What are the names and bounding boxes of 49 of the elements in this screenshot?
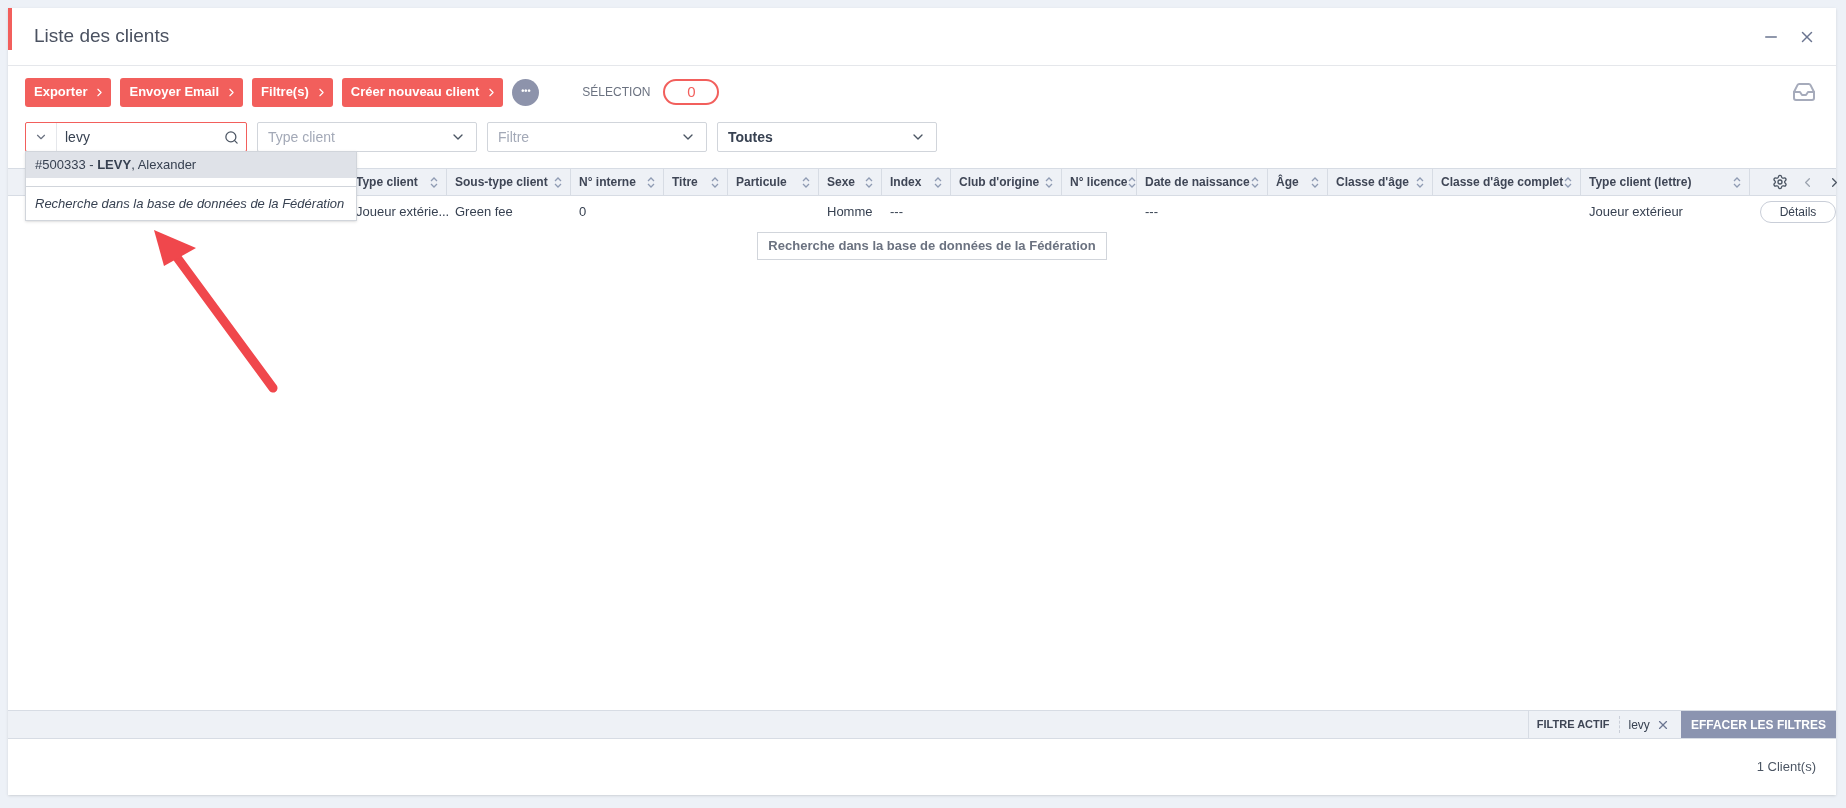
dropdown-item[interactable]: #500333 - LEVY, Alexander xyxy=(26,152,357,178)
table-cell: --- xyxy=(890,204,903,220)
column-header[interactable]: Index xyxy=(882,169,951,195)
sort-icon[interactable] xyxy=(647,176,655,188)
sort-icon[interactable] xyxy=(1733,176,1741,188)
column-header[interactable]: Sous-type client xyxy=(447,169,571,195)
active-filter-label: FILTRE ACTIF xyxy=(1536,716,1620,733)
selection-count: 0 xyxy=(663,79,720,105)
client-count: 1 Client(s) xyxy=(1756,758,1816,777)
sort-icon[interactable] xyxy=(1311,176,1319,188)
sort-icon[interactable] xyxy=(711,176,719,188)
column-header[interactable]: Âge xyxy=(1268,169,1328,195)
selection-label: SÉLECTION xyxy=(582,83,651,101)
dropdown-item[interactable]: Recherche dans la base de données de la Fédération xyxy=(26,186,357,220)
sort-icon[interactable] xyxy=(1127,176,1136,188)
column-header[interactable]: Titre xyxy=(664,169,728,195)
table-cell: --- xyxy=(1145,204,1158,220)
search-input[interactable]: levy xyxy=(65,126,215,148)
table-cell: Joueur extérieur xyxy=(1589,204,1683,220)
federation-search-button[interactable]: Recherche dans la base de données de la Fédération xyxy=(757,232,1107,260)
table-cell: Joueur extérie... xyxy=(356,204,450,220)
search-icon[interactable] xyxy=(224,129,239,145)
sort-icon[interactable] xyxy=(1416,176,1424,188)
sort-icon[interactable] xyxy=(430,176,438,188)
sort-icon[interactable] xyxy=(554,176,562,188)
settings-icon[interactable] xyxy=(1772,174,1788,190)
column-header[interactable]: Classe d'âge xyxy=(1328,169,1433,195)
table-cell: Green fee xyxy=(455,204,513,220)
sort-icon[interactable] xyxy=(1564,176,1572,188)
column-header[interactable]: Club d'origine xyxy=(951,169,1062,195)
column-header[interactable]: Type client (lettre) xyxy=(1581,169,1750,195)
sort-icon[interactable] xyxy=(934,176,942,188)
sort-icon[interactable] xyxy=(1251,176,1259,188)
sort-icon[interactable] xyxy=(1045,176,1053,188)
accent-bar xyxy=(8,8,12,50)
table-cell: Homme xyxy=(827,204,873,220)
column-header[interactable]: Particule xyxy=(728,169,819,195)
filter-value-text: levy xyxy=(1628,716,1650,734)
column-header[interactable]: N° licence xyxy=(1062,169,1137,195)
sort-icon[interactable] xyxy=(865,176,873,188)
column-header[interactable]: Classe d'âge complet xyxy=(1433,169,1581,195)
table-cell: 0 xyxy=(579,204,587,220)
column-header[interactable]: Sexe xyxy=(819,169,882,195)
select-field[interactable]: Toutes xyxy=(717,122,937,152)
column-header[interactable]: Date de naissance xyxy=(1137,169,1268,195)
sort-icon[interactable] xyxy=(802,176,810,188)
tray-icon[interactable] xyxy=(1792,80,1816,104)
column-header[interactable]: N° interne xyxy=(571,169,664,195)
window-title: Liste des clients xyxy=(34,24,170,49)
